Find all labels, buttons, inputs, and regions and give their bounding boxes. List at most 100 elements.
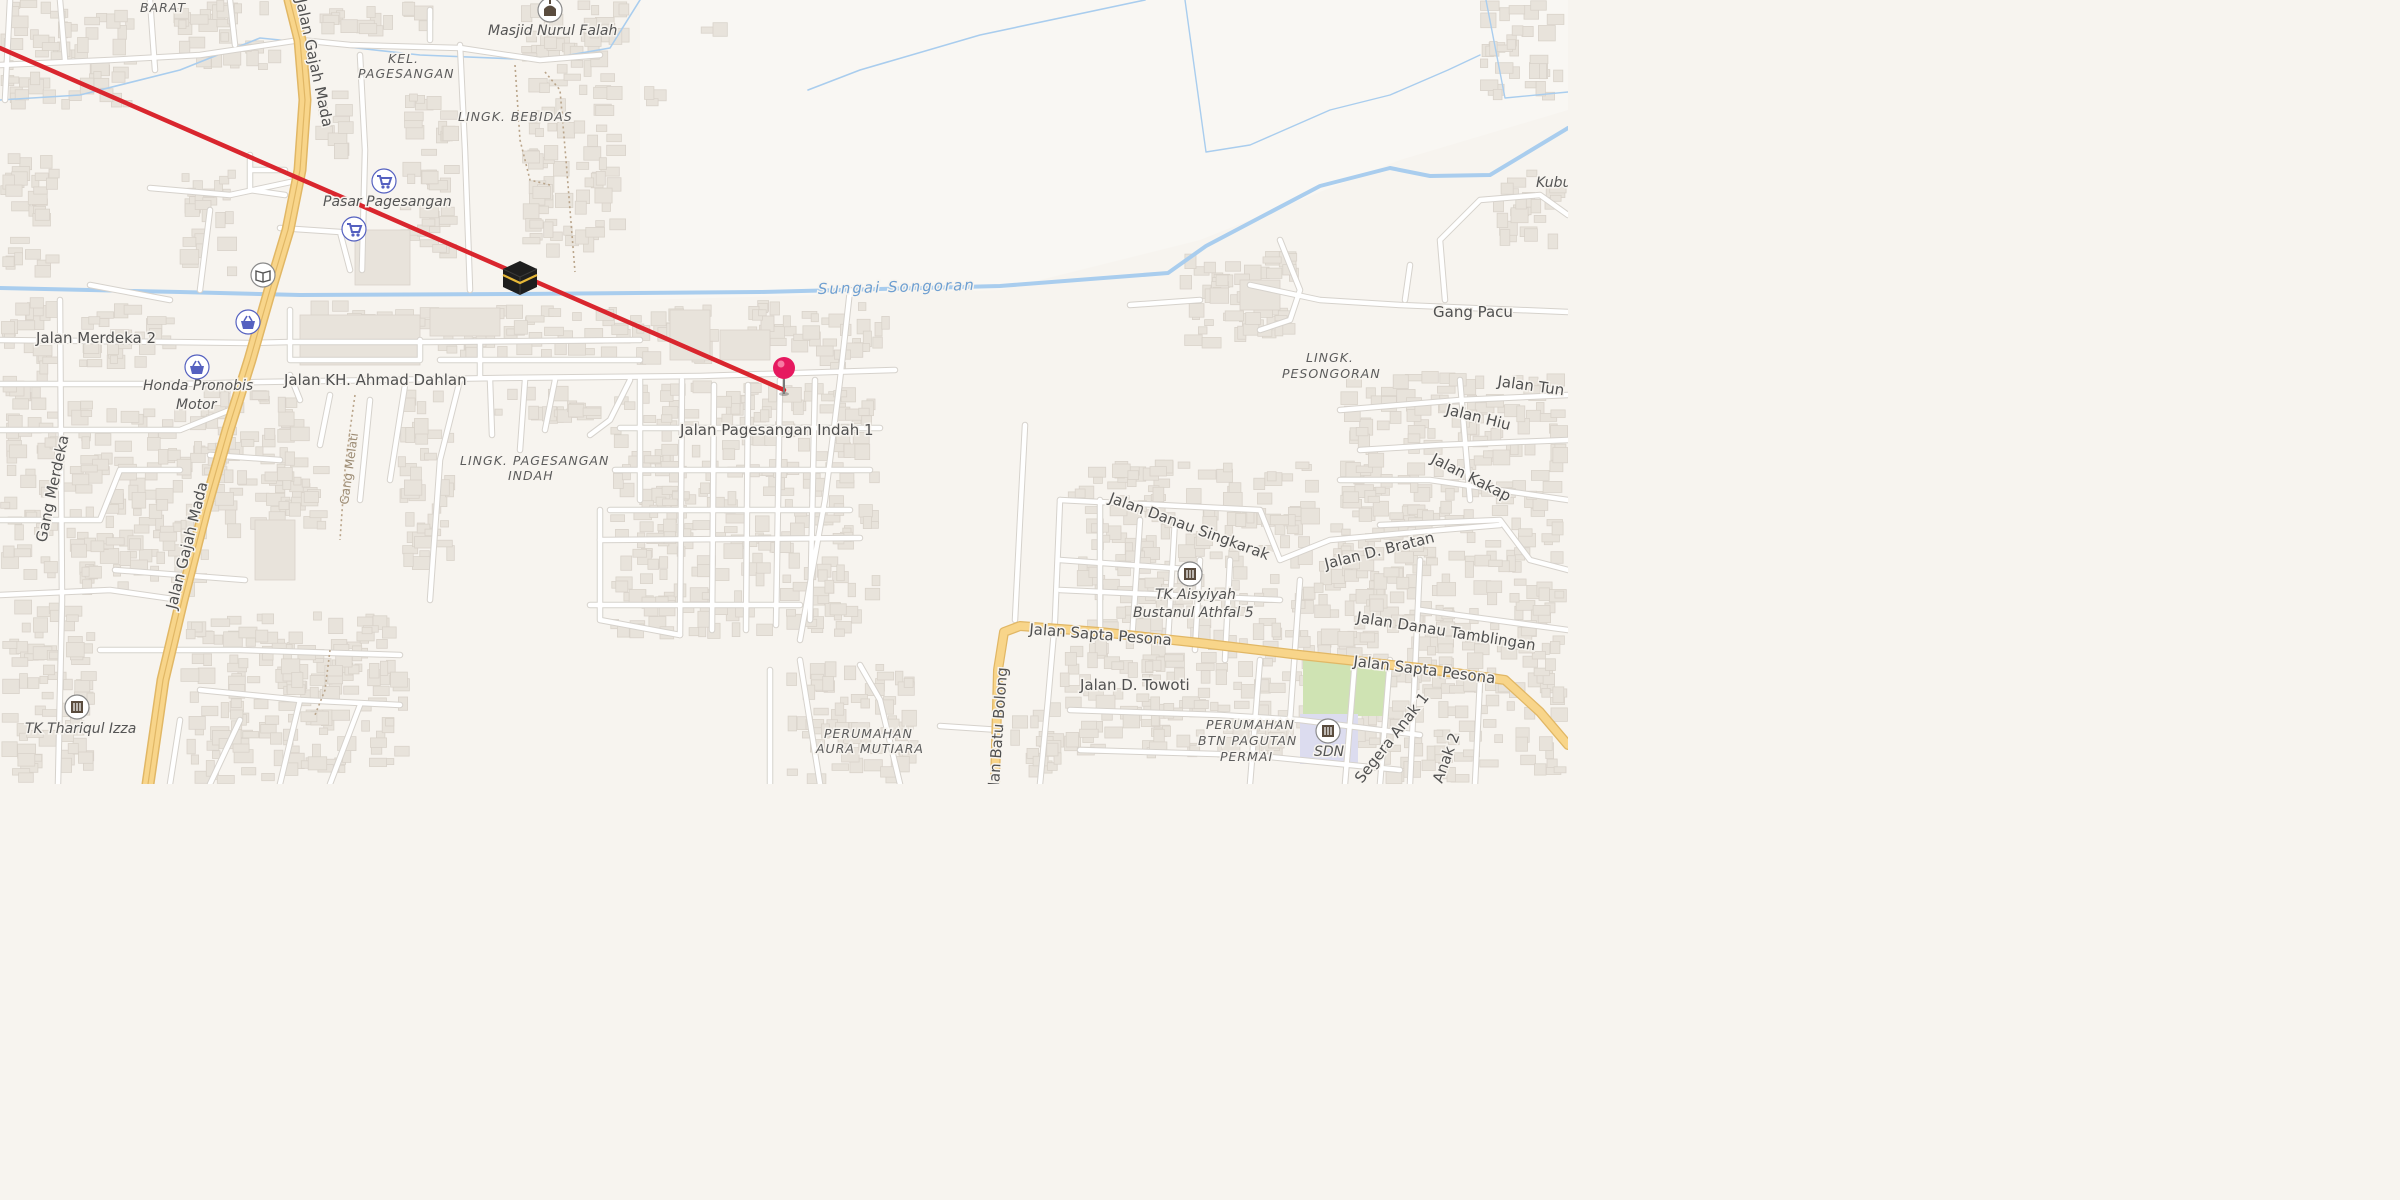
building: [278, 411, 295, 427]
building: [606, 144, 627, 156]
building: [370, 737, 387, 748]
building: [1541, 688, 1551, 698]
building: [1271, 622, 1282, 638]
building: [438, 215, 458, 225]
building: [532, 185, 551, 199]
building: [610, 514, 626, 522]
building: [361, 626, 373, 635]
building: [901, 709, 917, 727]
building: [290, 426, 310, 442]
building: [94, 433, 112, 446]
shopping-cart-icon[interactable]: [341, 216, 367, 242]
building: [278, 701, 298, 711]
building: [834, 628, 845, 637]
building: [1188, 303, 1205, 318]
building: [27, 677, 40, 689]
building: [609, 218, 626, 231]
building: [1545, 658, 1556, 671]
building: [787, 715, 797, 732]
jalan-pagesangan-indah-1-label: Jalan Pagesangan Indah 1: [679, 421, 874, 439]
shopping-cart-icon[interactable]: [371, 168, 397, 194]
building: [426, 96, 442, 110]
building: [1437, 643, 1454, 654]
building: [1483, 719, 1497, 728]
building: [727, 491, 737, 506]
building: [335, 104, 353, 117]
building: [1330, 523, 1344, 533]
building: [847, 582, 856, 598]
building: [1079, 728, 1099, 738]
building: [876, 671, 895, 681]
building: [366, 6, 376, 18]
building: [270, 732, 283, 745]
building: [88, 316, 101, 325]
building: [300, 711, 318, 723]
shopping-basket-icon[interactable]: [235, 309, 261, 335]
building: [688, 627, 700, 637]
lingk-bebidas-label: LINGK. BEBIDAS: [458, 109, 573, 124]
barat-area-label: BARAT: [140, 0, 186, 15]
school-icon[interactable]: [1315, 718, 1341, 744]
building: [1510, 207, 1529, 224]
building: [11, 201, 31, 212]
building: [528, 405, 539, 420]
building: [41, 42, 60, 51]
building: [429, 307, 501, 337]
jalan-kh-ahmad-dahlan-label: Jalan KH. Ahmad Dahlan: [283, 371, 467, 389]
building: [321, 21, 335, 35]
school-icon[interactable]: [64, 694, 90, 720]
building: [1, 741, 18, 757]
building: [755, 515, 770, 532]
building: [411, 556, 431, 570]
building: [105, 515, 114, 529]
building: [1449, 685, 1465, 694]
building: [1197, 469, 1217, 480]
building: [215, 211, 226, 229]
building: [869, 471, 880, 484]
building: [874, 321, 883, 337]
building: [189, 691, 199, 703]
building: [525, 315, 545, 323]
building: [179, 40, 191, 54]
building: [381, 626, 397, 639]
building: [1341, 528, 1351, 536]
building: [1427, 646, 1436, 656]
building: [18, 772, 34, 783]
building: [544, 145, 559, 161]
school-icon[interactable]: [1177, 561, 1203, 587]
building: [513, 320, 528, 335]
building: [1253, 477, 1266, 491]
building: [1524, 228, 1538, 242]
building: [322, 686, 340, 700]
building: [41, 691, 54, 700]
building: [1136, 693, 1150, 702]
book-icon[interactable]: [250, 262, 276, 288]
building: [1262, 658, 1273, 667]
mosque-icon[interactable]: [537, 0, 563, 23]
building: [78, 751, 94, 764]
building: [241, 767, 257, 776]
building: [33, 617, 49, 633]
building: [172, 479, 183, 493]
map-canvas[interactable]: Sungai Songoran Jalan Gajah Mada Jalan G…: [0, 0, 1568, 784]
building: [182, 237, 197, 247]
building: [1204, 319, 1214, 327]
tk-thariqul-izza-label: TK Thariqul Izza: [25, 721, 136, 737]
building: [440, 520, 449, 528]
building: [86, 632, 96, 641]
building: [822, 676, 835, 692]
kel-pagesangan-label-2: PAGESANGAN: [358, 66, 454, 81]
building: [700, 482, 711, 494]
building: [1389, 410, 1402, 424]
building: [871, 575, 881, 587]
building: [1215, 274, 1229, 287]
building: [1372, 500, 1389, 517]
building: [45, 254, 60, 264]
building: [1509, 593, 1520, 603]
shopping-basket-icon[interactable]: [184, 354, 210, 380]
building: [111, 71, 126, 83]
building: [596, 124, 608, 132]
building: [394, 745, 410, 757]
building: [1320, 628, 1341, 645]
building: [403, 552, 414, 567]
